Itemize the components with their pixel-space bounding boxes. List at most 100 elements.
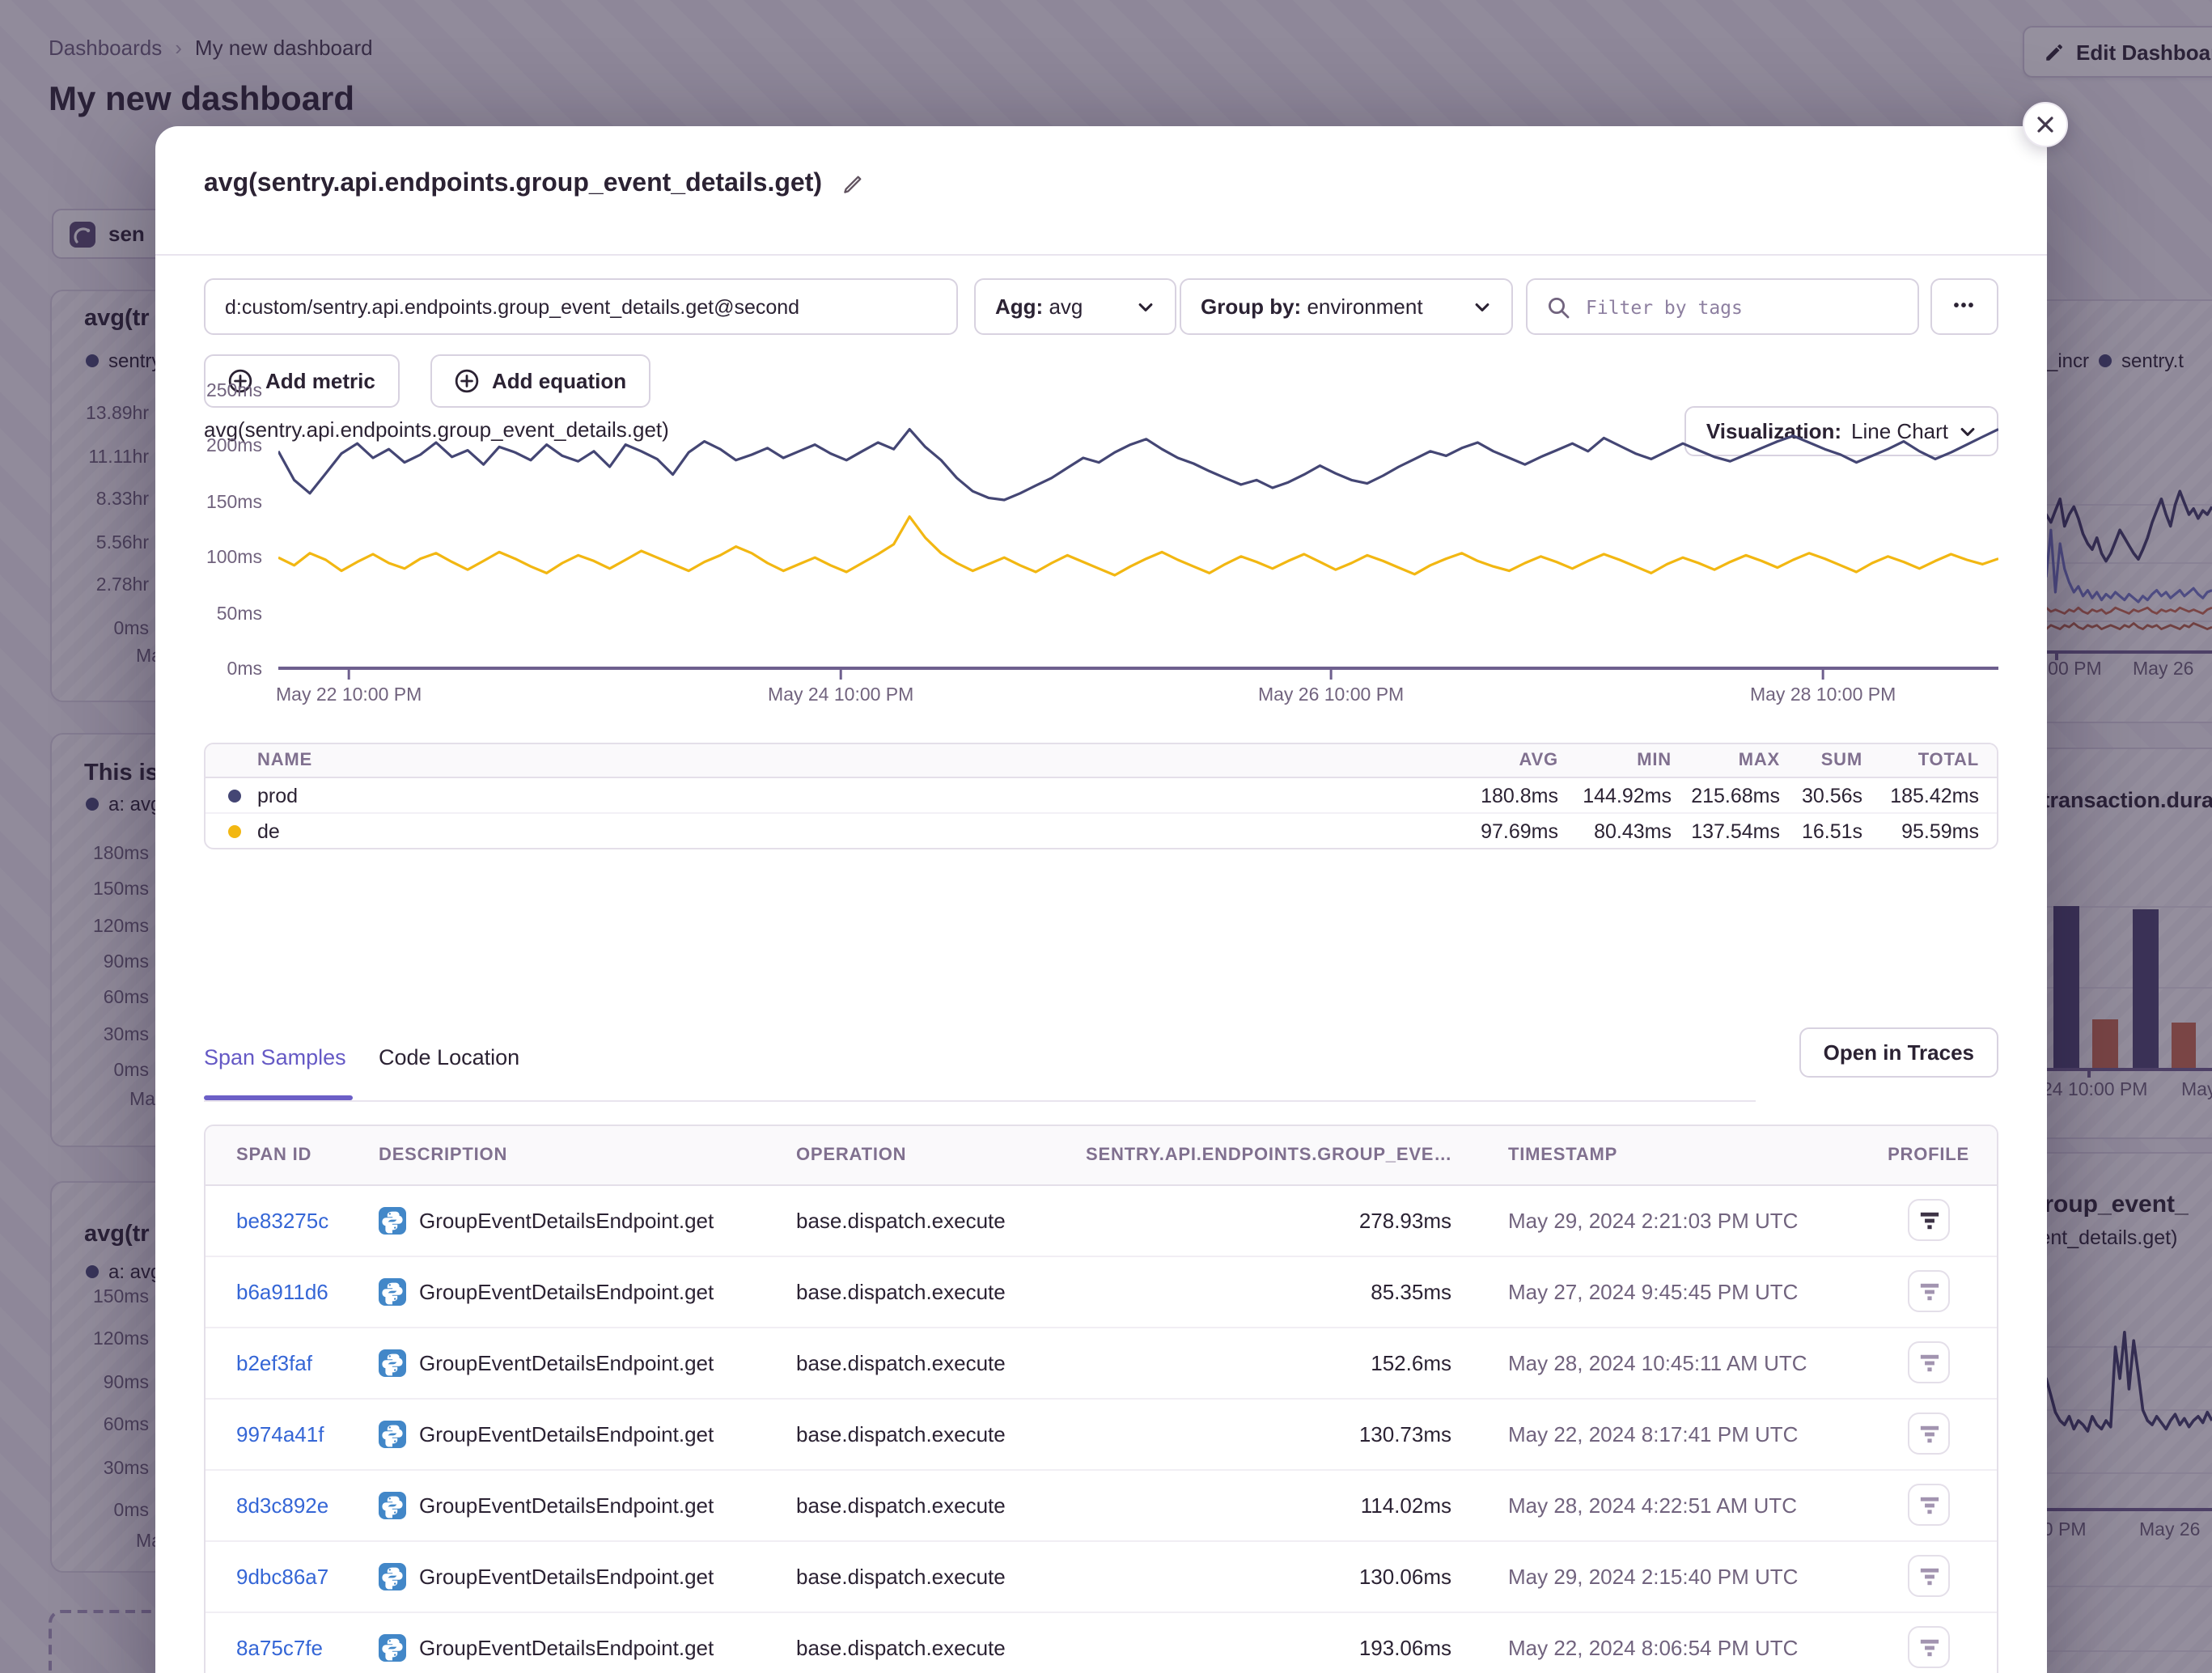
span-id-link[interactable]: be83275c: [236, 1186, 328, 1256]
span-id-link[interactable]: 8d3c892e: [236, 1471, 328, 1540]
summary-header-row: NAME AVG MIN MAX SUM TOTAL: [206, 744, 1997, 778]
series-line-prod: [278, 430, 1998, 500]
aggregate-label: Agg:: [995, 294, 1043, 319]
profile-button[interactable]: [1908, 1484, 1950, 1526]
python-icon: [379, 1207, 406, 1235]
span-sample-row: 9dbc86a7 GroupEventDetailsEndpoint.get b…: [206, 1542, 1997, 1613]
edit-title-button[interactable]: [841, 173, 864, 196]
close-button[interactable]: [2023, 102, 2068, 147]
column-header: DESCRIPTION: [379, 1126, 507, 1184]
span-metric-value: 85.35ms: [1371, 1257, 1451, 1327]
profile-button[interactable]: [1908, 1626, 1950, 1668]
series-line-de: [278, 517, 1998, 575]
span-id-link[interactable]: b2ef3faf: [236, 1328, 312, 1398]
tag-filter-input[interactable]: [1526, 278, 1919, 335]
span-timestamp: May 27, 2024 9:45:45 PM UTC: [1508, 1257, 1798, 1327]
python-icon: [379, 1634, 406, 1662]
span-id-link[interactable]: 9974a41f: [236, 1400, 324, 1469]
column-header: SUM: [1821, 744, 1862, 777]
profile-button[interactable]: [1908, 1270, 1950, 1312]
tab-code-location[interactable]: Code Location: [379, 1045, 519, 1069]
profile-button[interactable]: [1908, 1341, 1950, 1383]
group-by-select[interactable]: Group by: environment: [1180, 278, 1513, 335]
span-description: GroupEventDetailsEndpoint.get: [379, 1613, 714, 1673]
python-icon: [379, 1278, 406, 1306]
column-header: TOTAL: [1918, 744, 1979, 777]
span-id-link[interactable]: 8a75c7fe: [236, 1613, 323, 1673]
column-header: PROFILE: [1888, 1126, 1969, 1184]
flamegraph-icon: [1918, 1209, 1939, 1230]
span-description: GroupEventDetailsEndpoint.get: [379, 1542, 714, 1612]
span-description: GroupEventDetailsEndpoint.get: [379, 1328, 714, 1398]
divider: [155, 254, 2047, 256]
plus-circle-icon: [455, 369, 479, 393]
y-axis-label: 250ms: [206, 380, 262, 403]
series-max: 215.68ms: [1691, 778, 1780, 812]
y-axis-labels: 250ms 200ms 150ms 100ms 50ms 0ms: [172, 380, 262, 681]
line-chart-svg: [278, 392, 1998, 683]
series-min: 144.92ms: [1583, 778, 1672, 812]
flamegraph-icon: [1918, 1494, 1939, 1515]
flamegraph-icon: [1918, 1352, 1939, 1373]
modal-title: avg(sentry.api.endpoints.group_event_det…: [204, 170, 822, 199]
span-description: GroupEventDetailsEndpoint.get: [379, 1400, 714, 1469]
samples-header-row: SPAN ID DESCRIPTION OPERATION SENTRY.API…: [206, 1126, 1997, 1186]
column-header: SENTRY.API.ENDPOINTS.GROUP_EVE…: [1086, 1126, 1452, 1184]
span-description-text: GroupEventDetailsEndpoint.get: [419, 1636, 714, 1660]
profile-button[interactable]: [1908, 1199, 1950, 1241]
series-name: prod: [257, 778, 298, 812]
span-metric-value: 152.6ms: [1371, 1328, 1451, 1398]
profile-button[interactable]: [1908, 1413, 1950, 1455]
series-color-dot: [228, 789, 241, 802]
y-axis-label: 200ms: [206, 436, 262, 459]
span-description-text: GroupEventDetailsEndpoint.get: [419, 1422, 714, 1446]
modal-header: avg(sentry.api.endpoints.group_event_det…: [204, 152, 864, 217]
group-by-label: Group by:: [1201, 294, 1301, 319]
series-avg: 97.69ms: [1481, 814, 1558, 848]
y-axis-label: 50ms: [217, 603, 262, 625]
span-description-text: GroupEventDetailsEndpoint.get: [419, 1351, 714, 1375]
metric-input-field[interactable]: [206, 280, 956, 333]
series-total: 185.42ms: [1890, 778, 1979, 812]
add-equation-label: Add equation: [492, 369, 626, 393]
more-options-button[interactable]: •••: [1930, 278, 1998, 335]
open-in-traces-button[interactable]: Open in Traces: [1799, 1027, 1998, 1078]
column-header: TIMESTAMP: [1508, 1126, 1617, 1184]
span-operation: base.dispatch.execute: [796, 1400, 1006, 1469]
span-id-link[interactable]: 9dbc86a7: [236, 1542, 328, 1612]
pencil-icon: [841, 173, 864, 196]
span-timestamp: May 22, 2024 8:17:41 PM UTC: [1508, 1400, 1798, 1469]
python-icon: [379, 1349, 406, 1377]
tab-span-samples[interactable]: Span Samples: [204, 1045, 346, 1069]
flamegraph-icon: [1918, 1637, 1939, 1658]
span-timestamp: May 28, 2024 4:22:51 AM UTC: [1508, 1471, 1797, 1540]
divider: [204, 1100, 1756, 1102]
y-axis-label: 150ms: [206, 492, 262, 515]
metric-input[interactable]: [204, 278, 958, 335]
aggregate-value: avg: [1049, 294, 1083, 319]
flamegraph-icon: [1918, 1281, 1939, 1302]
span-samples-table: SPAN ID DESCRIPTION OPERATION SENTRY.API…: [204, 1125, 1998, 1673]
span-description-text: GroupEventDetailsEndpoint.get: [419, 1565, 714, 1589]
chevron-down-icon: [1136, 297, 1155, 316]
span-description: GroupEventDetailsEndpoint.get: [379, 1186, 714, 1256]
screen: Dashboards › My new dashboard My new das…: [0, 0, 2212, 1673]
span-description: GroupEventDetailsEndpoint.get: [379, 1471, 714, 1540]
y-axis-label: 100ms: [206, 547, 262, 570]
series-avg: 180.8ms: [1481, 778, 1558, 812]
profile-button[interactable]: [1908, 1555, 1950, 1597]
span-sample-row: 9974a41f GroupEventDetailsEndpoint.get b…: [206, 1400, 1997, 1471]
series-name: de: [257, 814, 280, 848]
column-header: AVG: [1519, 744, 1558, 777]
tag-filter-field[interactable]: [1583, 294, 1898, 320]
series-total: 95.59ms: [1901, 814, 1979, 848]
span-sample-row: 8a75c7fe GroupEventDetailsEndpoint.get b…: [206, 1613, 1997, 1673]
span-description-text: GroupEventDetailsEndpoint.get: [419, 1209, 714, 1233]
span-id-link[interactable]: b6a911d6: [236, 1257, 328, 1327]
summary-row[interactable]: de 97.69ms 80.43ms 137.54ms 16.51s 95.59…: [206, 812, 1997, 848]
y-axis-label: 0ms: [227, 659, 262, 681]
series-summary-table: NAME AVG MIN MAX SUM TOTAL prod 180.8ms …: [204, 743, 1998, 849]
aggregate-select[interactable]: Agg: avg: [974, 278, 1176, 335]
span-description-text: GroupEventDetailsEndpoint.get: [419, 1280, 714, 1304]
summary-row[interactable]: prod 180.8ms 144.92ms 215.68ms 30.56s 18…: [206, 778, 1997, 812]
